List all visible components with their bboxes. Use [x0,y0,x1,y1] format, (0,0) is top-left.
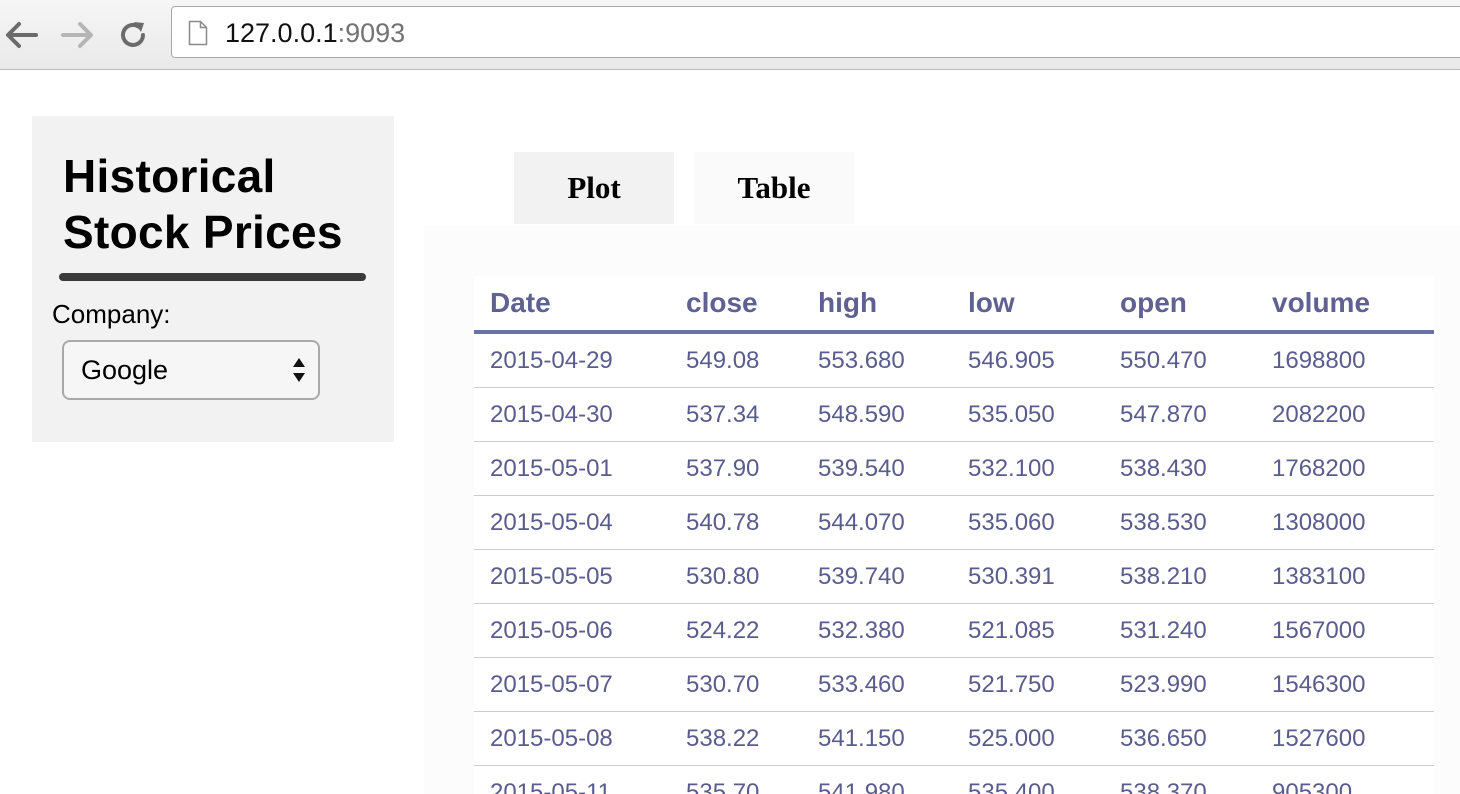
cell-date: 2015-04-29 [474,332,686,388]
table-row: 2015-05-07 530.70 533.460 521.750 523.99… [474,657,1434,712]
cell-open: 538.210 [1120,549,1272,604]
cell-volume: 905300 [1272,765,1434,794]
cell-open: 536.650 [1120,711,1272,766]
forward-button[interactable] [55,13,99,57]
table-row: 2015-05-06 524.22 532.380 521.085 531.24… [474,603,1434,658]
cell-date: 2015-04-30 [474,387,686,442]
page-title: Historical Stock Prices [63,148,343,260]
table-row: 2015-05-05 530.80 539.740 530.391 538.21… [474,549,1434,604]
cell-high: 532.380 [818,603,968,658]
cell-date: 2015-05-08 [474,711,686,766]
cell-low: 530.391 [968,549,1120,604]
cell-low: 521.750 [968,657,1120,712]
cell-open: 538.430 [1120,441,1272,496]
cell-close: 538.22 [686,711,818,766]
company-select[interactable]: Google [62,340,320,400]
column-header-low[interactable]: low [968,276,1120,334]
tab-table[interactable]: Table [694,152,854,224]
table-row: 2015-04-30 537.34 548.590 535.050 547.87… [474,387,1434,442]
cell-volume: 1567000 [1272,603,1434,658]
table-row: 2015-05-01 537.90 539.540 532.100 538.43… [474,441,1434,496]
title-line-1: Historical [63,150,276,202]
cell-open: 531.240 [1120,603,1272,658]
cell-close: 549.08 [686,332,818,388]
cell-high: 539.540 [818,441,968,496]
cell-close: 530.80 [686,549,818,604]
cell-high: 533.460 [818,657,968,712]
cell-high: 541.980 [818,765,968,794]
table-row: 2015-05-08 538.22 541.150 525.000 536.65… [474,711,1434,766]
cell-volume: 1383100 [1272,549,1434,604]
address-bar[interactable]: 127.0.0.1:9093 [171,6,1460,58]
cell-close: 537.34 [686,387,818,442]
company-label: Company: [52,299,171,329]
cell-open: 547.870 [1120,387,1272,442]
browser-toolbar: 127.0.0.1:9093 [0,0,1460,70]
cell-date: 2015-05-11 [474,765,686,794]
title-line-2: Stock Prices [63,206,343,258]
cell-close: 537.90 [686,441,818,496]
cell-date: 2015-05-07 [474,657,686,712]
cell-low: 535.050 [968,387,1120,442]
url-text: 127.0.0.1:9093 [225,18,405,48]
cell-date: 2015-05-06 [474,603,686,658]
table-row: 2015-04-29 549.08 553.680 546.905 550.47… [474,332,1434,388]
cell-date: 2015-05-05 [474,549,686,604]
table-header-row: Date close high low open volume [474,276,1434,334]
column-header-close[interactable]: close [686,276,818,334]
page-icon [188,20,208,46]
cell-low: 532.100 [968,441,1120,496]
cell-volume: 2082200 [1272,387,1434,442]
cell-low: 535.400 [968,765,1120,794]
cell-date: 2015-05-04 [474,495,686,550]
cell-open: 538.370 [1120,765,1272,794]
table-row: 2015-05-11 535.70 541.980 535.400 538.37… [474,765,1434,794]
column-header-high[interactable]: high [818,276,968,334]
cell-date: 2015-05-01 [474,441,686,496]
arrow-right-icon [61,22,93,48]
sidebar-panel: Historical Stock Prices Company: Google [32,116,394,442]
cell-volume: 1768200 [1272,441,1434,496]
column-header-open[interactable]: open [1120,276,1272,334]
company-select-value: Google [81,355,169,385]
divider [59,273,366,281]
arrow-left-icon [6,22,38,48]
reload-icon [121,22,145,47]
cell-volume: 1546300 [1272,657,1434,712]
tab-plot[interactable]: Plot [514,152,674,224]
cell-open: 523.990 [1120,657,1272,712]
cell-high: 553.680 [818,332,968,388]
back-button[interactable] [0,13,44,57]
url-host: 127.0.0.1 [225,18,338,48]
cell-high: 548.590 [818,387,968,442]
cell-volume: 1698800 [1272,332,1434,388]
cell-low: 525.000 [968,711,1120,766]
cell-volume: 1308000 [1272,495,1434,550]
column-header-date[interactable]: Date [474,276,686,334]
select-arrows-icon [293,358,305,382]
cell-high: 539.740 [818,549,968,604]
stock-table-container: Date close high low open volume 2015-04-… [474,276,1434,794]
cell-open: 538.530 [1120,495,1272,550]
column-header-volume[interactable]: volume [1272,276,1434,334]
cell-close: 530.70 [686,657,818,712]
cell-high: 544.070 [818,495,968,550]
cell-high: 541.150 [818,711,968,766]
cell-low: 546.905 [968,332,1120,388]
url-port: :9093 [337,18,406,48]
cell-close: 524.22 [686,603,818,658]
cell-low: 521.085 [968,603,1120,658]
cell-close: 540.78 [686,495,818,550]
reload-button[interactable] [111,13,155,57]
cell-open: 550.470 [1120,332,1272,388]
cell-close: 535.70 [686,765,818,794]
cell-volume: 1527600 [1272,711,1434,766]
stock-table: Date close high low open volume 2015-04-… [474,276,1434,794]
table-row: 2015-05-04 540.78 544.070 535.060 538.53… [474,495,1434,550]
cell-low: 535.060 [968,495,1120,550]
